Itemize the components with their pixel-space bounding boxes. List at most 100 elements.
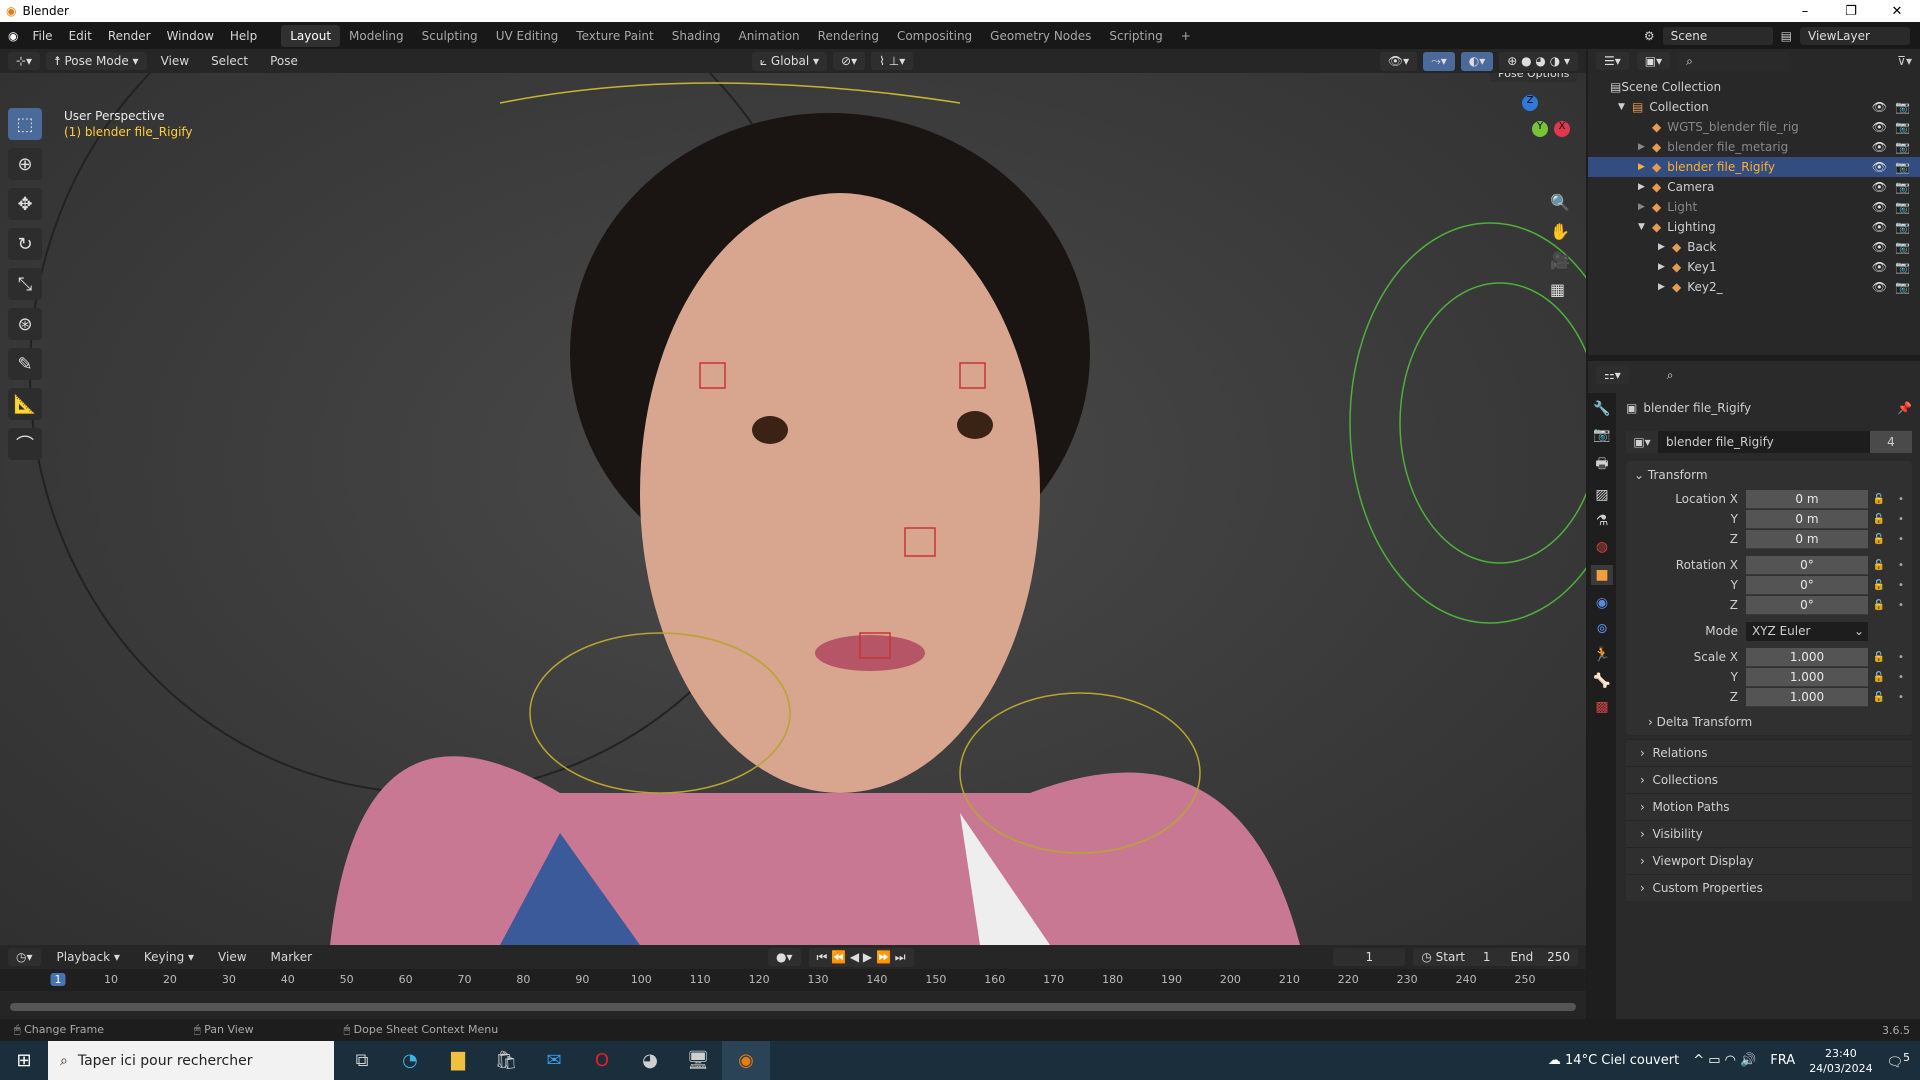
render-camera-icon[interactable]: 📷: [1895, 180, 1910, 194]
tab-sculpting[interactable]: Sculpting: [413, 25, 487, 47]
tab-scripting[interactable]: Scripting: [1100, 25, 1171, 47]
gizmo-button[interactable]: ⤳▾: [1423, 51, 1455, 71]
rotation-mode-select[interactable]: XYZ Euler ⌄: [1746, 621, 1868, 641]
value-field[interactable]: 0 m: [1746, 529, 1868, 549]
expand-arrow-icon[interactable]: ▶: [1658, 262, 1672, 272]
bone-relax-tool[interactable]: ⌒: [8, 428, 42, 460]
3d-viewport[interactable]: User Perspective (1) blender file_Rigify…: [0, 73, 1586, 945]
transform-tool[interactable]: ⊛: [8, 308, 42, 340]
close-button[interactable]: ✕: [1874, 4, 1920, 19]
app-icon[interactable]: 🖥: [674, 1041, 722, 1080]
value-field[interactable]: 1.000: [1746, 667, 1868, 687]
render-camera-icon[interactable]: 📷: [1895, 280, 1910, 294]
tool-tab-icon[interactable]: 🔧: [1593, 401, 1610, 417]
bone-tab-icon[interactable]: 🦴: [1593, 673, 1610, 689]
language-indicator[interactable]: FRA: [1770, 1053, 1795, 1068]
annotate-tool[interactable]: ✎: [8, 348, 42, 380]
outliner-item[interactable]: ▶ ◆ Camera 👁 📷: [1588, 177, 1920, 197]
value-field[interactable]: 0 m: [1746, 489, 1868, 509]
keyframe-dot-icon[interactable]: •: [1890, 652, 1912, 663]
render-camera-icon[interactable]: 📷: [1895, 140, 1910, 154]
orientation-selector[interactable]: ⟀ Global ▾: [751, 51, 828, 71]
opera-icon[interactable]: O: [578, 1041, 626, 1080]
file-explorer-icon[interactable]: ▇: [434, 1041, 482, 1080]
eye-icon[interactable]: 👁: [1872, 280, 1887, 294]
add-workspace-button[interactable]: +: [1172, 25, 1200, 47]
eye-icon[interactable]: 👁: [1872, 100, 1887, 114]
blender-taskbar-icon[interactable]: ◉: [722, 1041, 770, 1080]
menu-keying[interactable]: Keying ▾: [136, 947, 202, 967]
chrome-icon[interactable]: ◕: [626, 1041, 674, 1080]
windows-start-icon[interactable]: ⊞: [0, 1041, 48, 1080]
menu-window[interactable]: Window: [159, 26, 222, 46]
filter-icon[interactable]: ⊽▾: [1897, 54, 1920, 68]
lock-icon[interactable]: 🔓: [1868, 652, 1890, 663]
maximize-button[interactable]: ❐: [1828, 4, 1874, 19]
value-field[interactable]: 0°: [1746, 595, 1868, 615]
menu-playback[interactable]: Playback ▾: [49, 947, 128, 967]
output-tab-icon[interactable]: 🖶: [1595, 453, 1608, 477]
shading-modes[interactable]: ⊕ ● ◕ ◑ ▾: [1499, 51, 1578, 71]
display-mode-icon[interactable]: ▣▾: [1636, 52, 1671, 70]
render-camera-icon[interactable]: 📷: [1895, 240, 1910, 254]
playback-controls[interactable]: ⏮ ⏪ ◀ ▶ ⏩ ⏭: [808, 947, 914, 967]
outliner-item[interactable]: ▶ ◆ blender file_metarig 👁 📷: [1588, 137, 1920, 157]
value-field[interactable]: 0 m: [1746, 509, 1868, 529]
menu-help[interactable]: Help: [222, 26, 265, 46]
object-name-field[interactable]: blender file_Rigify: [1658, 431, 1870, 453]
object-tab-icon[interactable]: ■: [1591, 565, 1613, 585]
keyframe-dot-icon[interactable]: •: [1890, 600, 1912, 611]
gizmo-y[interactable]: Y: [1532, 121, 1548, 137]
panel-collections[interactable]: › Collections: [1626, 766, 1912, 793]
eye-icon[interactable]: 👁: [1872, 260, 1887, 274]
eye-icon[interactable]: 👁: [1872, 220, 1887, 234]
mail-icon[interactable]: ✉: [530, 1041, 578, 1080]
mode-selector[interactable]: ☨ Pose Mode ▾: [46, 52, 147, 70]
menu-render[interactable]: Render: [100, 26, 159, 46]
render-camera-icon[interactable]: 📷: [1895, 100, 1910, 114]
eye-icon[interactable]: 👁: [1872, 120, 1887, 134]
outliner-item[interactable]: ▶ ◆ blender file_Rigify 👁 📷: [1588, 157, 1920, 177]
rotate-tool[interactable]: ↻: [8, 228, 42, 260]
scene-tab-icon[interactable]: ⚗: [1596, 513, 1609, 529]
panel-custom-properties[interactable]: › Custom Properties: [1626, 874, 1912, 901]
value-field[interactable]: 0°: [1746, 575, 1868, 595]
keyframe-dot-icon[interactable]: •: [1890, 514, 1912, 525]
camera-view-icon[interactable]: 🎥: [1550, 251, 1570, 270]
expand-arrow-icon[interactable]: ▼: [1638, 222, 1652, 232]
tab-texture-paint[interactable]: Texture Paint: [567, 25, 662, 47]
render-camera-icon[interactable]: 📷: [1895, 160, 1910, 174]
menu-view-timeline[interactable]: View: [210, 947, 254, 967]
scale-tool[interactable]: ⤡: [8, 268, 42, 300]
menu-marker[interactable]: Marker: [263, 947, 320, 967]
eye-icon[interactable]: 👁: [1872, 200, 1887, 214]
eye-icon[interactable]: 👁: [1872, 140, 1887, 154]
menu-edit[interactable]: Edit: [61, 26, 100, 46]
panel-relations[interactable]: › Relations: [1626, 739, 1912, 766]
cursor-tool[interactable]: ⊕: [8, 148, 42, 180]
lock-icon[interactable]: 🔓: [1868, 494, 1890, 505]
outliner-item[interactable]: ▶ ◆ Key2_ 👁 📷: [1588, 277, 1920, 297]
outliner-item[interactable]: ▼ ◆ Lighting 👁 📷: [1588, 217, 1920, 237]
measure-tool[interactable]: 📐: [8, 388, 42, 420]
keyframe-dot-icon[interactable]: •: [1890, 692, 1912, 703]
render-camera-icon[interactable]: 📷: [1895, 120, 1910, 134]
menu-select[interactable]: Select: [203, 51, 256, 71]
outliner-item[interactable]: ▶ ◆ Light 👁 📷: [1588, 197, 1920, 217]
current-frame-field[interactable]: 1: [1333, 948, 1406, 966]
armature-data-tab-icon[interactable]: 🏃: [1593, 647, 1610, 663]
editor-type-button[interactable]: ⊹▾: [8, 52, 41, 70]
tab-shading[interactable]: Shading: [663, 25, 730, 47]
panel-motion-paths[interactable]: › Motion Paths: [1626, 793, 1912, 820]
render-tab-icon[interactable]: 📷: [1593, 427, 1610, 443]
render-camera-icon[interactable]: 📷: [1895, 200, 1910, 214]
render-camera-icon[interactable]: 📷: [1895, 220, 1910, 234]
data-browse-button[interactable]: ▣▾: [1626, 431, 1658, 453]
store-icon[interactable]: 🛍: [482, 1041, 530, 1080]
view-layer-tab-icon[interactable]: ▨: [1595, 487, 1608, 503]
outliner-scene-collection[interactable]: ▤ Scene Collection: [1588, 77, 1920, 97]
lock-icon[interactable]: 🔓: [1868, 560, 1890, 571]
tray-icons[interactable]: ^ ▭ ◠ 🔊: [1693, 1053, 1756, 1068]
menu-file[interactable]: File: [24, 26, 60, 46]
select-box-tool[interactable]: ⬚: [8, 108, 42, 140]
